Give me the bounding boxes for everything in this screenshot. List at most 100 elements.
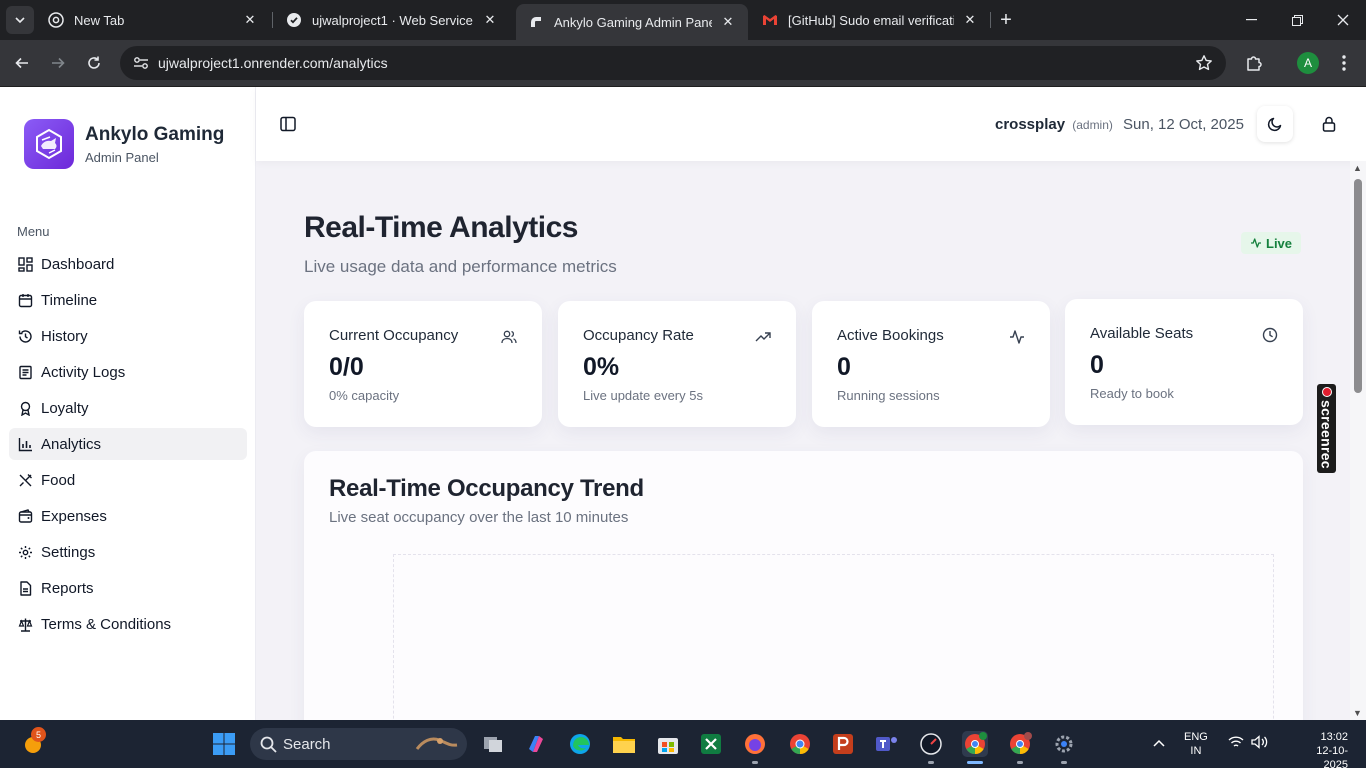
firefox-icon[interactable] xyxy=(742,731,768,757)
sidebar-item-reports[interactable]: Reports xyxy=(9,572,247,604)
topbar: crossplay (admin) Sun, 12 Oct, 2025 xyxy=(256,87,1366,161)
screenrec-widget[interactable]: screenrec xyxy=(1317,384,1336,473)
store-icon[interactable] xyxy=(655,731,681,757)
reload-icon xyxy=(88,56,100,69)
url-text: ujwalproject1.onrender.com/analytics xyxy=(158,55,388,71)
sidebar-item-food[interactable]: Food xyxy=(9,464,247,496)
teams-icon[interactable] xyxy=(874,731,900,757)
back-button[interactable] xyxy=(8,49,36,77)
calendar-icon xyxy=(17,292,33,308)
stat-card-available-seats: Available Seats 0 Ready to book xyxy=(1065,299,1303,425)
tab-title: New Tab xyxy=(74,12,125,28)
chrome-profile-p-icon[interactable] xyxy=(1007,731,1033,757)
tab-separator xyxy=(990,12,991,28)
tab-web-service[interactable]: ujwalproject1 · Web Service · R ✕ xyxy=(274,4,510,36)
bookmark-star-icon[interactable] xyxy=(1194,53,1214,73)
tab-admin-panel[interactable]: Ankylo Gaming Admin Panel ✕ xyxy=(516,4,748,40)
gear-icon xyxy=(17,544,33,560)
activity-icon xyxy=(1008,328,1026,346)
sidebar-item-activity-logs[interactable]: Activity Logs xyxy=(9,356,247,388)
tab-search-button[interactable] xyxy=(6,6,34,34)
start-button[interactable] xyxy=(211,731,237,757)
chevron-up-icon[interactable] xyxy=(1153,735,1165,751)
stat-caption: Live update every 5s xyxy=(583,388,703,403)
history-icon xyxy=(17,328,33,344)
task-view-icon[interactable] xyxy=(480,731,506,757)
lock-button[interactable] xyxy=(1311,106,1347,142)
stat-title: Occupancy Rate xyxy=(583,327,694,344)
sidebar-item-expenses[interactable]: Expenses xyxy=(9,500,247,532)
running-indicator xyxy=(928,761,934,764)
copilot-icon[interactable] xyxy=(523,731,549,757)
chrome-icon[interactable] xyxy=(787,731,813,757)
taskbar-search[interactable]: Search xyxy=(250,728,467,760)
sidebar-item-timeline[interactable]: Timeline xyxy=(9,284,247,316)
sidebar-item-label: Timeline xyxy=(41,291,98,309)
forward-button[interactable] xyxy=(44,49,72,77)
excel-icon[interactable] xyxy=(698,731,724,757)
profile-avatar[interactable]: A xyxy=(1297,52,1319,74)
sidebar-toggle-button[interactable] xyxy=(278,114,298,134)
scroll-up-arrow-icon[interactable]: ▲ xyxy=(1353,163,1362,173)
speedometer-app-icon[interactable] xyxy=(918,731,944,757)
sidebar-item-dashboard[interactable]: Dashboard xyxy=(9,248,247,280)
page-title: Real-Time Analytics xyxy=(304,211,578,244)
edge-icon[interactable] xyxy=(567,731,593,757)
brand[interactable]: Ankylo Gaming Admin Panel xyxy=(24,119,224,169)
powerpoint-icon[interactable] xyxy=(830,731,856,757)
volume-icon[interactable] xyxy=(1251,735,1269,752)
stat-title: Current Occupancy xyxy=(329,327,459,344)
sidebar-item-settings[interactable]: Settings xyxy=(9,536,247,568)
chrome-profile-a-icon[interactable] xyxy=(962,731,988,757)
settings-icon[interactable] xyxy=(1051,731,1077,757)
brand-logo xyxy=(24,119,74,169)
minimize-button[interactable] xyxy=(1228,0,1274,40)
extensions-button[interactable] xyxy=(1240,49,1268,77)
stat-caption: Ready to book xyxy=(1090,386,1174,401)
brand-subtitle: Admin Panel xyxy=(85,149,159,165)
sidebar-item-analytics[interactable]: Analytics xyxy=(9,428,247,460)
activity-icon xyxy=(1251,238,1261,248)
scroll-down-arrow-icon[interactable]: ▼ xyxy=(1353,708,1362,718)
stat-card-active-bookings: Active Bookings 0 Running sessions xyxy=(812,301,1050,427)
sidebar-item-terms[interactable]: Terms & Conditions xyxy=(9,608,247,640)
page-scrollbar[interactable]: ▲ ▼ xyxy=(1350,161,1366,720)
close-icon[interactable]: ✕ xyxy=(482,12,498,28)
screenrec-label: screenrec xyxy=(1318,400,1335,469)
render-icon xyxy=(528,14,544,30)
stat-value: 0 xyxy=(837,353,851,381)
menu-heading: Menu xyxy=(17,224,50,239)
moon-icon xyxy=(1267,117,1282,132)
system-clock[interactable]: 13:02 12-10-2025 xyxy=(1306,730,1348,768)
close-icon[interactable]: ✕ xyxy=(242,12,258,28)
language-indicator[interactable]: ENG IN xyxy=(1184,730,1208,758)
sidebar-item-loyalty[interactable]: Loyalty xyxy=(9,392,247,424)
award-icon xyxy=(17,400,33,416)
lock-icon xyxy=(1322,116,1336,132)
new-tab-button[interactable]: + xyxy=(994,8,1018,32)
restore-button[interactable] xyxy=(1274,0,1320,40)
site-info-icon[interactable] xyxy=(130,52,152,74)
reload-button[interactable] xyxy=(80,49,108,77)
scrollbar-thumb[interactable] xyxy=(1354,179,1362,393)
browser-toolbar: ujwalproject1.onrender.com/analytics A xyxy=(0,40,1366,86)
tab-new-tab[interactable]: New Tab ✕ xyxy=(36,4,270,36)
sidebar-item-history[interactable]: History xyxy=(9,320,247,352)
stat-caption: Running sessions xyxy=(837,388,940,403)
gmail-icon xyxy=(762,12,778,28)
logs-icon xyxy=(17,364,33,380)
theme-toggle-button[interactable] xyxy=(1257,106,1293,142)
browser-menu-button[interactable] xyxy=(1330,49,1358,77)
trend-subtitle: Live seat occupancy over the last 10 min… xyxy=(329,509,629,526)
address-bar[interactable]: ujwalproject1.onrender.com/analytics xyxy=(120,46,1226,80)
sidebar-item-label: Dashboard xyxy=(41,255,115,273)
wifi-icon[interactable] xyxy=(1228,735,1244,752)
close-icon[interactable]: ✕ xyxy=(962,12,978,28)
close-icon xyxy=(1337,14,1349,26)
file-explorer-icon[interactable] xyxy=(611,731,637,757)
close-icon[interactable]: ✕ xyxy=(720,14,736,30)
file-icon xyxy=(17,580,33,596)
close-window-button[interactable] xyxy=(1320,0,1366,40)
tab-github-email[interactable]: [GitHub] Sudo email verification ✕ xyxy=(750,4,990,36)
search-placeholder: Search xyxy=(283,735,331,753)
